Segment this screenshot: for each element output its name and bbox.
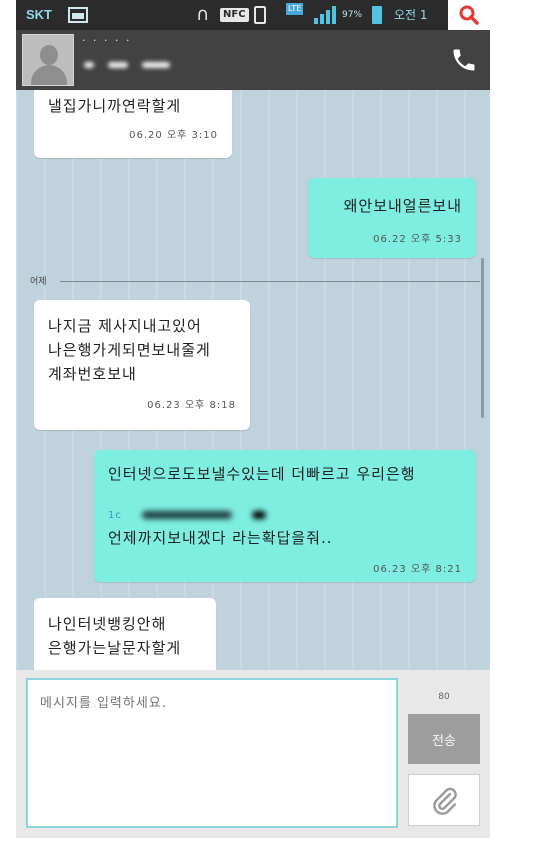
message-text-line: 언제까지보내겠다 라는확답을줘.. bbox=[108, 529, 333, 547]
avatar-body-shape bbox=[31, 65, 67, 85]
date-separator: 어제 bbox=[30, 274, 480, 290]
compose-area: 80 전송 bbox=[16, 670, 490, 838]
search-icon[interactable] bbox=[448, 0, 490, 30]
contact-header: · · · · · bbox=[16, 30, 490, 90]
phone-screen: SKT ∩ NFC LTE 97% 오전 1 · · · · · 낼집가니까연락… bbox=[16, 0, 490, 846]
nfc-icon: NFC bbox=[220, 8, 249, 22]
redacted-account-number bbox=[141, 511, 232, 519]
avatar-head-shape bbox=[40, 45, 58, 65]
headset-icon: ∩ bbox=[196, 4, 210, 25]
contact-name: · · · · · bbox=[82, 34, 132, 47]
message-incoming[interactable]: 나지금 제사지내고있어 나은행가게되면보내줄게 계좌번호보내 06.23 오후 … bbox=[34, 300, 250, 430]
lte-icon: LTE bbox=[286, 3, 304, 15]
message-incoming[interactable]: 낼집가니까연락할게 06.20 오후 3:10 bbox=[34, 90, 232, 158]
battery-icon bbox=[372, 6, 382, 24]
message-text: 낼집가니까연락할게 bbox=[48, 97, 182, 115]
vibrate-icon bbox=[254, 6, 266, 24]
signal-icon bbox=[314, 6, 336, 24]
contact-number-redacted bbox=[82, 56, 172, 74]
date-separator-label: 어제 bbox=[30, 274, 53, 287]
scrollbar[interactable] bbox=[481, 258, 484, 418]
paperclip-icon bbox=[433, 787, 457, 815]
message-text: 왜안보내얼른보내 bbox=[343, 197, 462, 215]
status-clock: 오전 1 bbox=[394, 8, 428, 22]
message-timestamp: 06.22 오후 5:33 bbox=[373, 234, 462, 245]
message-text-line: 인터넷으로도보낼수있는데 더빠르고 우리은행 bbox=[108, 465, 416, 483]
redacted-account-number bbox=[251, 511, 266, 519]
attach-button[interactable] bbox=[408, 774, 480, 826]
image-notification-icon bbox=[68, 7, 88, 23]
account-number-prefix: 1c bbox=[108, 510, 122, 521]
message-timestamp: 06.23 오후 8:18 bbox=[147, 400, 236, 411]
send-button[interactable]: 전송 bbox=[408, 714, 480, 764]
message-timestamp: 06.20 오후 3:10 bbox=[129, 130, 218, 141]
message-incoming[interactable]: 나인터넷뱅킹안해 은행가는날문자할게 bbox=[34, 598, 216, 670]
carrier-label: SKT bbox=[26, 7, 52, 22]
character-count: 80 bbox=[438, 692, 450, 702]
status-bar: SKT ∩ NFC LTE 97% 오전 1 bbox=[16, 0, 490, 30]
message-outgoing[interactable]: 왜안보내얼른보내 06.22 오후 5:33 bbox=[308, 178, 476, 258]
date-separator-line bbox=[60, 281, 480, 282]
message-text-line: 1c bbox=[108, 486, 462, 526]
phone-icon[interactable] bbox=[450, 46, 478, 74]
avatar[interactable] bbox=[22, 34, 74, 86]
message-input[interactable] bbox=[26, 678, 398, 828]
battery-percent: 97% bbox=[342, 10, 363, 20]
message-outgoing[interactable]: 인터넷으로도보낼수있는데 더빠르고 우리은행 1c 언제까지보내겠다 라는확답을… bbox=[94, 450, 476, 582]
message-timestamp: 06.23 오후 8:21 bbox=[373, 564, 462, 575]
message-text: 나지금 제사지내고있어 나은행가게되면보내줄게 계좌번호보내 bbox=[48, 317, 211, 383]
message-text: 나인터넷뱅킹안해 은행가는날문자할게 bbox=[48, 615, 182, 657]
conversation-area[interactable]: 낼집가니까연락할게 06.20 오후 3:10 왜안보내얼른보내 06.22 오… bbox=[16, 90, 490, 670]
